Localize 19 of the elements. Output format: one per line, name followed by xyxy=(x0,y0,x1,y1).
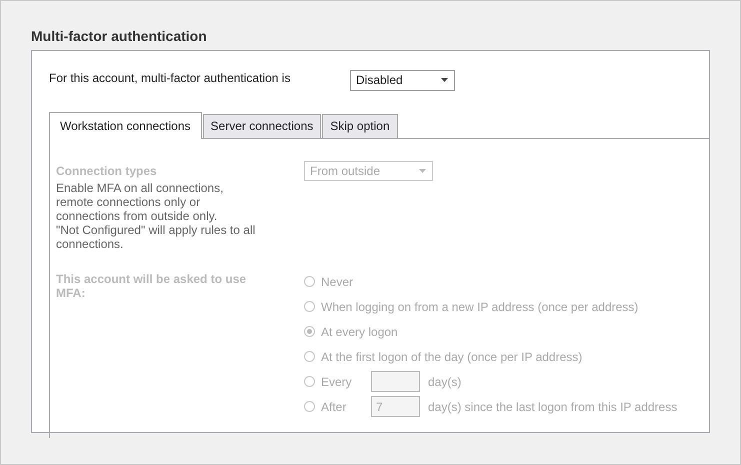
setting-label: For this account, multi-factor authentication is xyxy=(49,70,292,84)
option-label: At the first logon of the day (once per IP address) xyxy=(321,350,582,364)
section-heading: Multi-factor authentication xyxy=(31,28,208,46)
caret-icon xyxy=(441,78,448,82)
tab[interactable]: Server connections xyxy=(202,114,322,138)
caret-icon xyxy=(419,169,426,173)
option-label: At every logon xyxy=(321,324,398,338)
connection-types-label: Connection types xyxy=(56,164,158,178)
connection-types-description: Enable MFA on all connections, remote connections only or connections from outside only. "Not Configured" will apply rules to all connections. xyxy=(56,181,256,251)
unit-label: day(s) since the last logon from this IP address xyxy=(428,400,678,414)
ask-label: This account will be asked to use MFA: xyxy=(56,272,248,300)
option-label: After xyxy=(321,400,348,414)
option-label: Never xyxy=(321,274,354,288)
unit-label: day(s) xyxy=(428,374,462,388)
option-label: Every xyxy=(321,374,353,388)
tab[interactable]: Skip option xyxy=(322,114,398,138)
mfa-dropdown[interactable]: Disabled xyxy=(350,70,455,90)
option-label: When logging on from a new IP address (once per address) xyxy=(321,300,638,314)
tab[interactable]: Workstation connections xyxy=(49,112,202,139)
